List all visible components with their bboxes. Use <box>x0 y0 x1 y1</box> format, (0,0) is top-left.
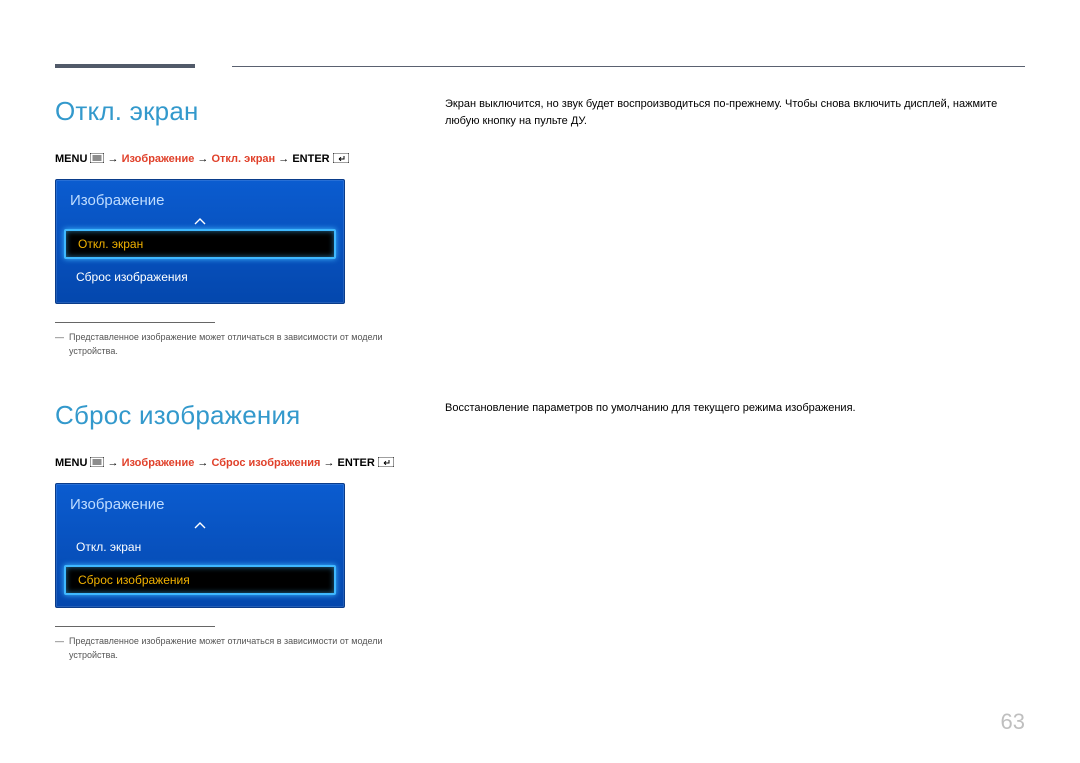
breadcrumb-level-1: Изображение <box>122 457 195 469</box>
section-screen-off: Откл. экран Экран выключится, но звук бу… <box>55 96 1025 358</box>
osd-preview-panel: Изображение Откл. экран Сброс изображени… <box>55 179 345 304</box>
page-number: 63 <box>1001 709 1025 735</box>
section-description: Экран выключится, но звук будет воспроиз… <box>445 96 1025 129</box>
menu-icon <box>90 457 104 467</box>
note-divider <box>55 626 215 627</box>
breadcrumb-arrow: → <box>108 457 122 469</box>
enter-icon <box>378 457 394 467</box>
breadcrumb-level-2: Откл. экран <box>211 153 275 165</box>
menu-icon <box>90 153 104 163</box>
section-reset-picture: Сброс изображения Восстановление парамет… <box>55 400 1025 662</box>
chevron-up-icon <box>62 517 338 527</box>
breadcrumb-arrow: → <box>323 457 337 469</box>
osd-title: Изображение <box>62 190 338 213</box>
breadcrumb-level-1: Изображение <box>122 153 195 165</box>
footnote: Представленное изображение может отличат… <box>55 331 415 358</box>
footnote: Представленное изображение может отличат… <box>55 635 415 662</box>
osd-item[interactable]: Сброс изображения <box>64 263 336 291</box>
breadcrumb-arrow: → <box>278 153 292 165</box>
breadcrumb-menu: MENU <box>55 457 87 469</box>
osd-item[interactable]: Откл. экран <box>64 533 336 561</box>
breadcrumb-menu: MENU <box>55 153 87 165</box>
breadcrumb-enter: ENTER <box>338 457 375 469</box>
breadcrumb-arrow: → <box>108 153 122 165</box>
breadcrumb-enter: ENTER <box>292 153 329 165</box>
note-divider <box>55 322 215 323</box>
chevron-up-icon <box>62 213 338 223</box>
osd-item-selected[interactable]: Сброс изображения <box>64 565 336 595</box>
osd-preview-panel: Изображение Откл. экран Сброс изображени… <box>55 483 345 608</box>
header-divider <box>232 66 1025 67</box>
header-accent-bar <box>55 64 195 68</box>
breadcrumb-arrow: → <box>197 153 211 165</box>
enter-icon <box>333 153 349 163</box>
section-description: Восстановление параметров по умолчанию д… <box>445 400 1025 417</box>
osd-item-selected[interactable]: Откл. экран <box>64 229 336 259</box>
page-content: Откл. экран Экран выключится, но звук бу… <box>55 96 1025 696</box>
breadcrumb-path: MENU → Изображение → Откл. экран → ENTER <box>55 153 1025 165</box>
breadcrumb-path: MENU → Изображение → Сброс изображения →… <box>55 457 1025 469</box>
osd-title: Изображение <box>62 494 338 517</box>
breadcrumb-arrow: → <box>197 457 211 469</box>
breadcrumb-level-2: Сброс изображения <box>211 457 320 469</box>
